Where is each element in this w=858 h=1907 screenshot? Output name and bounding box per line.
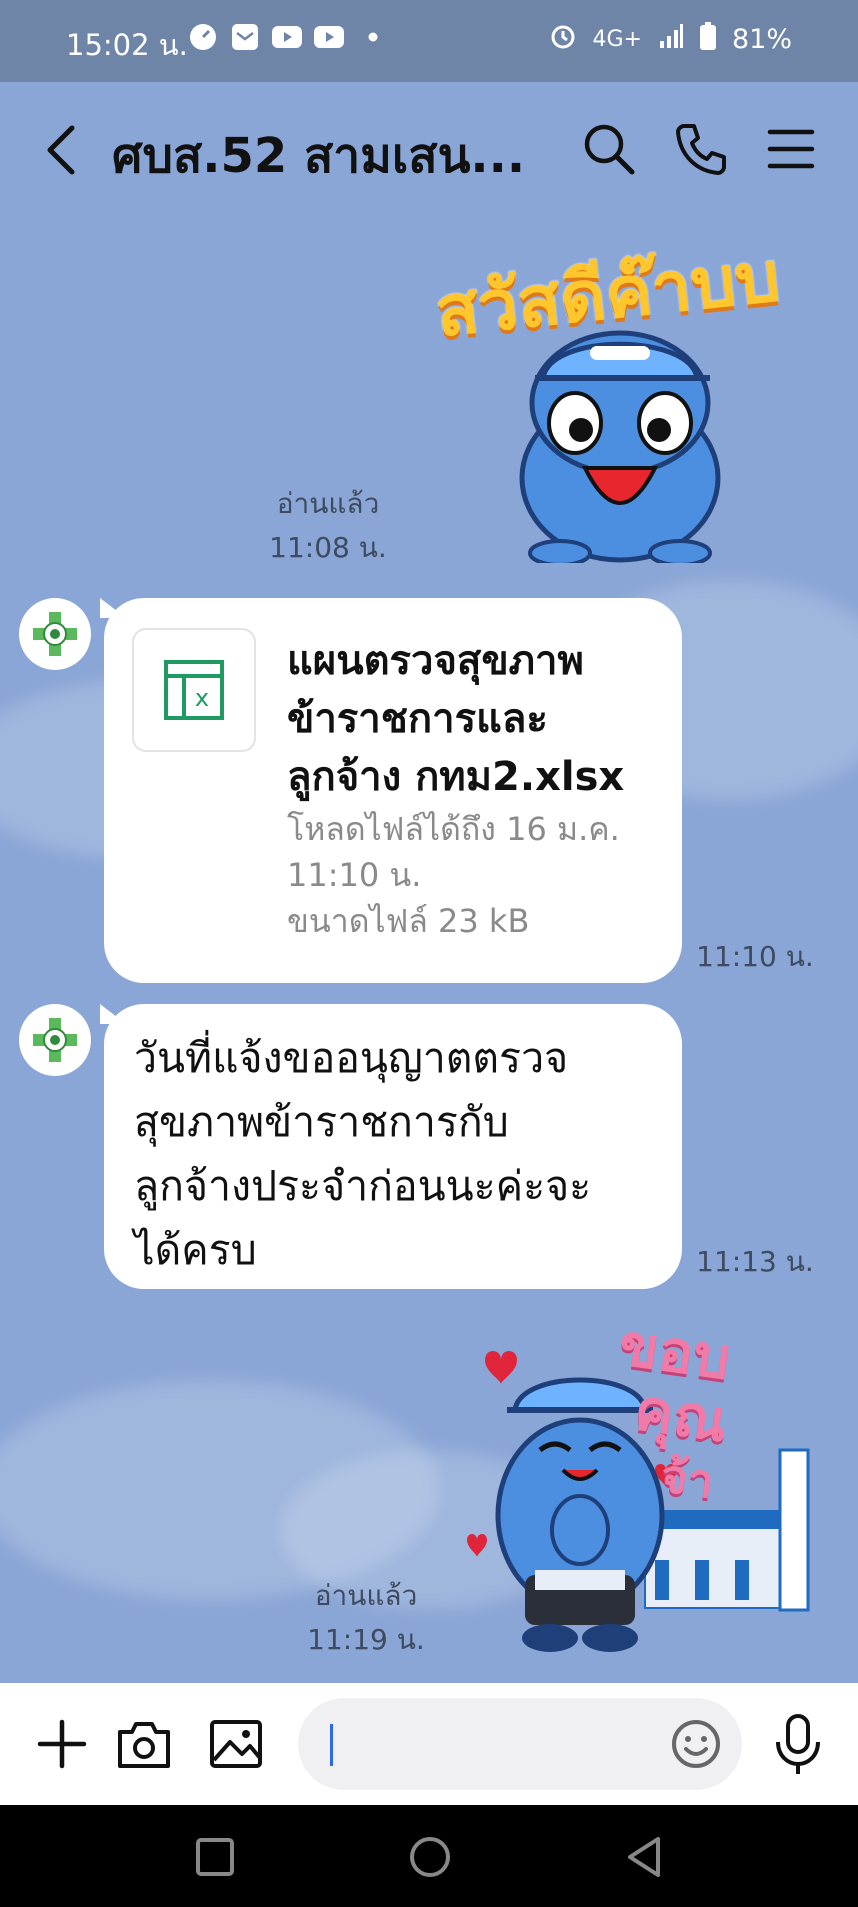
- read-label: อ่านแล้ว: [276, 487, 380, 520]
- file-info: แผนตรวจสุขภาพ ข้าราชการและ ลูกจ้าง กทม2.…: [287, 632, 667, 944]
- network-label: 4G+: [592, 27, 642, 52]
- status-time: 15:02 น.: [66, 28, 188, 62]
- battery-level: 81%: [731, 24, 792, 55]
- message-time: 11:19 น.: [307, 1623, 425, 1656]
- sticker-text: ขอบ คุณ จ้า: [593, 1310, 740, 1513]
- square-icon[interactable]: [195, 1837, 235, 1881]
- mail-icon: [230, 22, 260, 52]
- file-name-line: ลูกจ้าง กทม2.xlsx: [287, 754, 625, 800]
- file-expiry-line: โหลดไฟล์ได้ถึง 16 ม.ค.: [287, 810, 620, 848]
- read-receipt: อ่านแล้ว 11:19 น.: [298, 1574, 434, 1662]
- dot-icon: [358, 22, 388, 52]
- alarm-icon: [549, 22, 577, 57]
- youtube-icon: [272, 22, 302, 52]
- battery-icon: [699, 22, 716, 57]
- menu-icon[interactable]: [762, 120, 820, 178]
- read-receipt: อ่านแล้ว 11:08 น.: [258, 482, 398, 570]
- file-size: ขนาดไฟล์ 23 kB: [287, 902, 530, 940]
- message-time: 11:13 น.: [696, 1245, 814, 1278]
- avatar[interactable]: [19, 1004, 91, 1076]
- phone-icon[interactable]: [672, 120, 730, 178]
- image-icon[interactable]: [206, 1714, 266, 1774]
- read-label: อ่านแล้ว: [314, 1579, 418, 1612]
- signal-icon: [658, 23, 684, 56]
- sticker-hello[interactable]: สวัสดีค๊าบบ: [425, 235, 805, 567]
- message-line: วันที่แจ้งขออนุญาตตรวจ: [134, 1034, 569, 1082]
- chat-title[interactable]: ศบส.52 สามเสน...: [112, 118, 525, 194]
- camera-icon[interactable]: [114, 1714, 174, 1774]
- circle-icon[interactable]: [408, 1835, 452, 1883]
- file-name-line: ข้าราชการและ: [287, 696, 548, 742]
- triangle-back-icon[interactable]: [624, 1835, 664, 1883]
- file-name-line: แผนตรวจสุขภาพ: [287, 638, 584, 684]
- text-caret: [330, 1724, 333, 1766]
- excel-file-icon: x: [132, 628, 256, 752]
- file-icon-letter: x: [195, 684, 209, 712]
- status-bar: 15:02 น. 4G+ 81%: [0, 0, 858, 82]
- youtube-icon: [314, 22, 344, 52]
- message-line: สุขภาพข้าราชการกับ: [134, 1098, 509, 1146]
- speedometer-icon: [188, 22, 218, 52]
- search-icon[interactable]: [580, 120, 638, 178]
- sticker-thank-you[interactable]: ขอบ คุณ จ้า: [455, 1310, 825, 1660]
- file-expiry-line: 11:10 น.: [287, 856, 422, 894]
- emoji-icon[interactable]: [668, 1716, 728, 1776]
- plus-icon[interactable]: [32, 1714, 92, 1774]
- avatar[interactable]: [19, 598, 91, 670]
- text-message-bubble[interactable]: วันที่แจ้งขออนุญาตตรวจ สุขภาพข้าราชการกั…: [104, 1004, 682, 1289]
- file-message-bubble[interactable]: x แผนตรวจสุขภาพ ข้าราชการและ ลูกจ้าง กทม…: [104, 598, 682, 983]
- message-line: ได้ครบ: [134, 1226, 257, 1274]
- sticker-text-line: จ้า: [657, 1448, 718, 1509]
- message-text: วันที่แจ้งขออนุญาตตรวจ สุขภาพข้าราชการกั…: [134, 1026, 674, 1282]
- microphone-icon[interactable]: [768, 1712, 828, 1774]
- sticker-text-line: คุณ: [630, 1374, 732, 1456]
- message-time: 11:10 น.: [696, 940, 814, 973]
- chevron-left-icon[interactable]: [42, 122, 82, 178]
- message-time: 11:08 น.: [269, 531, 387, 564]
- message-line: ลูกจ้างประจำก่อนนะค่ะจะ: [134, 1162, 592, 1210]
- status-right: 4G+ 81%: [549, 22, 792, 57]
